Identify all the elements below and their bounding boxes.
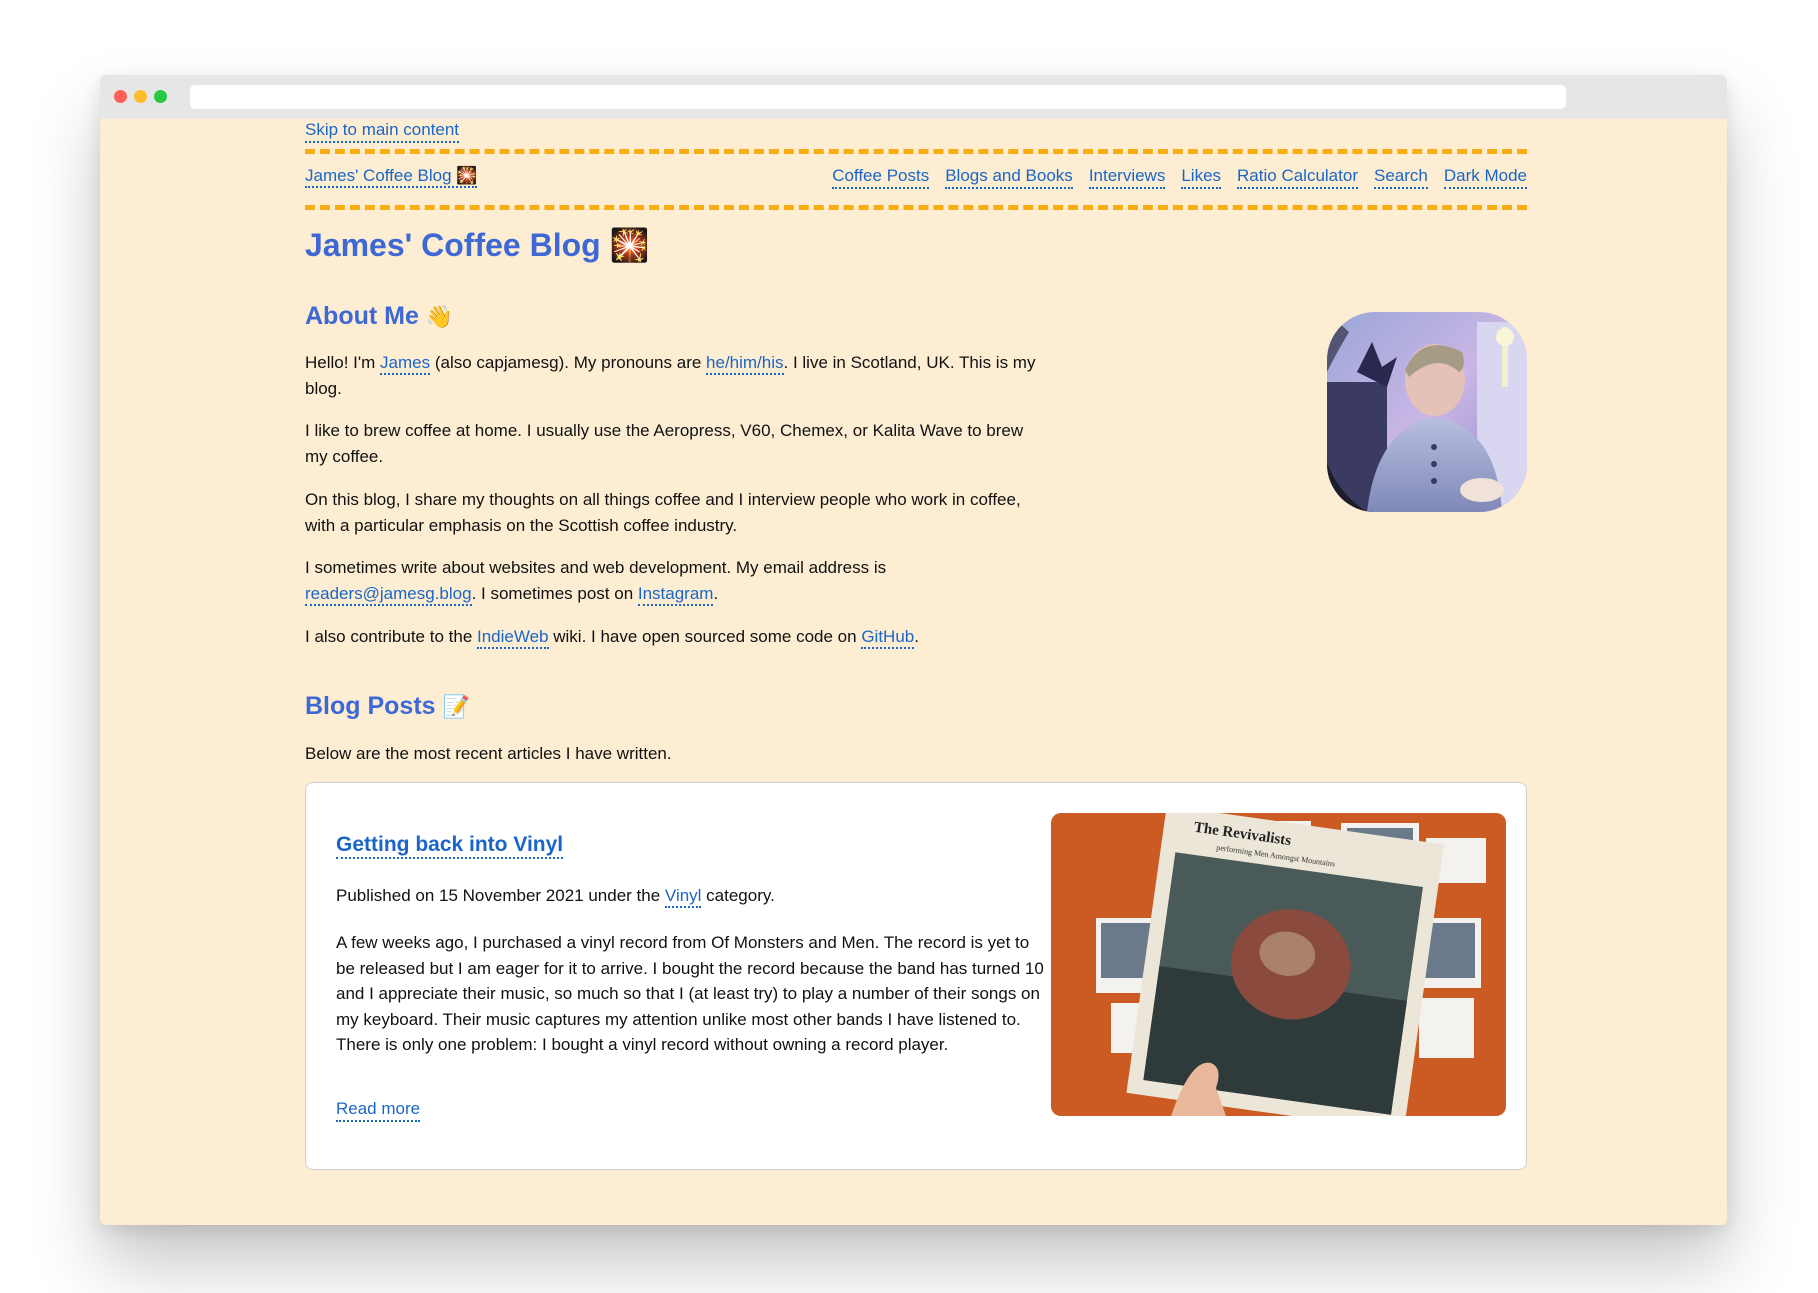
- site-name-link-wrap: James' Coffee Blog 🎇: [305, 166, 478, 188]
- fireworks-icon: 🎇: [456, 166, 478, 186]
- about-paragraph-1: Hello! I'm James (also capjamesg). My pr…: [305, 350, 1040, 401]
- about-paragraph-4: I sometimes write about websites and web…: [305, 555, 1040, 606]
- text: I also contribute to the: [305, 627, 477, 646]
- text: category.: [701, 886, 775, 905]
- nav-coffee-posts-link[interactable]: Coffee Posts: [832, 166, 930, 189]
- browser-window: Skip to main content James' Coffee Blog …: [100, 75, 1727, 1225]
- post-card: Getting back into Vinyl Published on 15 …: [305, 782, 1527, 1170]
- browser-toolbar: [100, 75, 1727, 119]
- nav-bottom-divider: [305, 205, 1527, 210]
- about-paragraph-2: I like to brew coffee at home. I usually…: [305, 421, 1024, 466]
- indieweb-link[interactable]: IndieWeb: [477, 627, 549, 649]
- text: Published on 15 November 2021 under the: [336, 886, 665, 905]
- site-nav: James' Coffee Blog 🎇 Coffee Posts Blogs …: [305, 166, 1527, 196]
- post-meta: Published on 15 November 2021 under the …: [336, 886, 775, 908]
- instagram-link[interactable]: Instagram: [637, 583, 714, 606]
- about-paragraph-3: On this blog, I share my thoughts on all…: [305, 490, 1021, 535]
- nav-search-link[interactable]: Search: [1373, 166, 1428, 189]
- nav-interviews-link[interactable]: Interviews: [1088, 166, 1166, 189]
- text: (also capjamesg). My pronouns are: [430, 353, 707, 372]
- skip-to-content-link[interactable]: Skip to main content: [305, 120, 460, 143]
- text: .: [914, 627, 919, 646]
- blog-posts-heading: Blog Posts 📝: [305, 690, 470, 724]
- about-heading: About Me 👋: [305, 300, 453, 334]
- blog-posts-heading-text: Blog Posts: [305, 692, 436, 720]
- pronouns-link[interactable]: he/him/his: [706, 353, 784, 375]
- nav-ratio-calculator-link[interactable]: Ratio Calculator: [1237, 166, 1358, 189]
- site-name-link[interactable]: James' Coffee Blog 🎇: [305, 166, 478, 188]
- nav-links: Coffee Posts Blogs and Books Interviews …: [832, 166, 1527, 189]
- minimize-window-icon[interactable]: [134, 90, 147, 103]
- post-title: Getting back into Vinyl: [336, 833, 564, 859]
- text: . I sometimes post on: [471, 583, 638, 603]
- close-window-icon[interactable]: [114, 90, 127, 103]
- nav-dark-mode-link[interactable]: Dark Mode: [1443, 166, 1527, 189]
- email-link[interactable]: readers@jamesg.blog: [305, 583, 472, 606]
- nav-blogs-and-books-link[interactable]: Blogs and Books: [945, 166, 1073, 189]
- waving-hand-icon: 👋: [425, 305, 454, 330]
- maximize-window-icon[interactable]: [154, 90, 167, 103]
- post-excerpt: A few weeks ago, I purchased a vinyl rec…: [336, 933, 1044, 1054]
- avatar: [1327, 312, 1527, 512]
- post-title-link[interactable]: Getting back into Vinyl: [336, 833, 564, 859]
- nav-top-divider: [305, 149, 1527, 154]
- page-title: James' Coffee Blog 🎇: [305, 225, 649, 265]
- about-paragraph-5: I also contribute to the IndieWeb wiki. …: [305, 624, 1040, 650]
- vinyl-record-photo: The Revivalists performing Men Amongst M…: [1051, 813, 1506, 1116]
- text: I sometimes write about websites and web…: [305, 558, 887, 577]
- text: Hello! I'm: [305, 353, 381, 372]
- address-bar[interactable]: [190, 85, 1566, 109]
- text: .: [713, 583, 719, 603]
- fireworks-icon: 🎇: [609, 226, 650, 264]
- nav-likes-link[interactable]: Likes: [1181, 166, 1222, 189]
- post-image[interactable]: The Revivalists performing Men Amongst M…: [1051, 813, 1506, 1116]
- page-title-text: James' Coffee Blog: [305, 227, 601, 263]
- blog-posts-intro: Below are the most recent articles I hav…: [305, 744, 672, 763]
- avatar-photo: [1327, 312, 1527, 512]
- about-heading-text: About Me: [305, 302, 419, 330]
- read-more-link[interactable]: Read more: [336, 1099, 421, 1122]
- james-link[interactable]: James: [380, 353, 431, 375]
- github-link[interactable]: GitHub: [861, 627, 915, 649]
- memo-icon: 📝: [442, 695, 470, 720]
- category-link[interactable]: Vinyl: [664, 886, 702, 908]
- text: wiki. I have open sourced some code on: [548, 627, 862, 646]
- site-name-text: James' Coffee Blog: [305, 166, 452, 185]
